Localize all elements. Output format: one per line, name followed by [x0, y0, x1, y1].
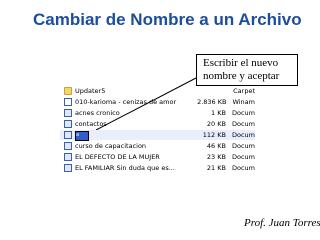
list-item-renaming[interactable]: a 112 KB Docum: [60, 130, 255, 141]
file-name: EL FAMILIAR Sin duda que es...: [75, 164, 175, 172]
list-item[interactable]: 010-karioma - cenizas de amor 2.836 KB W…: [60, 97, 255, 107]
file-type: Docum: [231, 109, 255, 117]
file-type: Docum: [231, 131, 255, 139]
document-icon: [64, 153, 72, 161]
file-size: 112 KB: [202, 131, 226, 139]
document-icon: [64, 120, 72, 128]
file-type: Docum: [231, 142, 255, 150]
file-name: EL DEFECTO DE LA MUJER: [75, 153, 160, 161]
file-name: Updater5: [75, 87, 106, 95]
list-item[interactable]: acnes cronico 1 KB Docum: [60, 108, 255, 118]
folder-icon: [64, 87, 72, 95]
list-item[interactable]: curso de capacitacion 46 KB Docum: [60, 141, 255, 151]
file-type: Docum: [231, 164, 255, 172]
file-size: 23 KB: [206, 153, 226, 161]
file-name: 010-karioma - cenizas de amor: [75, 98, 177, 106]
list-item[interactable]: EL DEFECTO DE LA MUJER 23 KB Docum: [60, 152, 255, 162]
folder-row-updater5[interactable]: Updater5 Carpet: [60, 86, 255, 96]
list-item[interactable]: EL FAMILIAR Sin duda que es... 21 KB Doc…: [60, 163, 255, 173]
file-size: 1 KB: [211, 109, 226, 117]
file-name-cell: a: [75, 130, 183, 141]
audio-file-icon: [64, 98, 72, 106]
file-size: 46 KB: [206, 142, 226, 150]
file-type: Docum: [231, 120, 255, 128]
callout-box: Escribir el nuevo nombre y aceptar: [196, 54, 298, 86]
document-icon: [64, 142, 72, 150]
file-list: Updater5 Carpet 010-karioma - cenizas de…: [60, 86, 255, 174]
file-size: 2.836 KB: [197, 98, 227, 106]
file-name: contactos: [75, 120, 107, 128]
file-name: acnes cronico: [75, 109, 120, 117]
rename-input[interactable]: a: [75, 130, 89, 141]
list-item[interactable]: contactos 20 KB Docum: [60, 119, 255, 129]
callout-line-2: nombre y aceptar: [203, 70, 280, 82]
file-type: Carpet: [233, 87, 255, 95]
file-name: curso de capacitacion: [75, 142, 147, 150]
file-type: Winam: [232, 98, 255, 106]
document-icon: [64, 131, 72, 139]
file-type: Docum: [231, 153, 255, 161]
callout-line-1: Escribir el nuevo: [203, 57, 279, 69]
author-signature: Prof. Juan Torres: [244, 217, 320, 229]
file-size: 20 KB: [206, 120, 226, 128]
document-icon: [64, 109, 72, 117]
document-icon: [64, 164, 72, 172]
file-size: 21 KB: [206, 164, 226, 172]
